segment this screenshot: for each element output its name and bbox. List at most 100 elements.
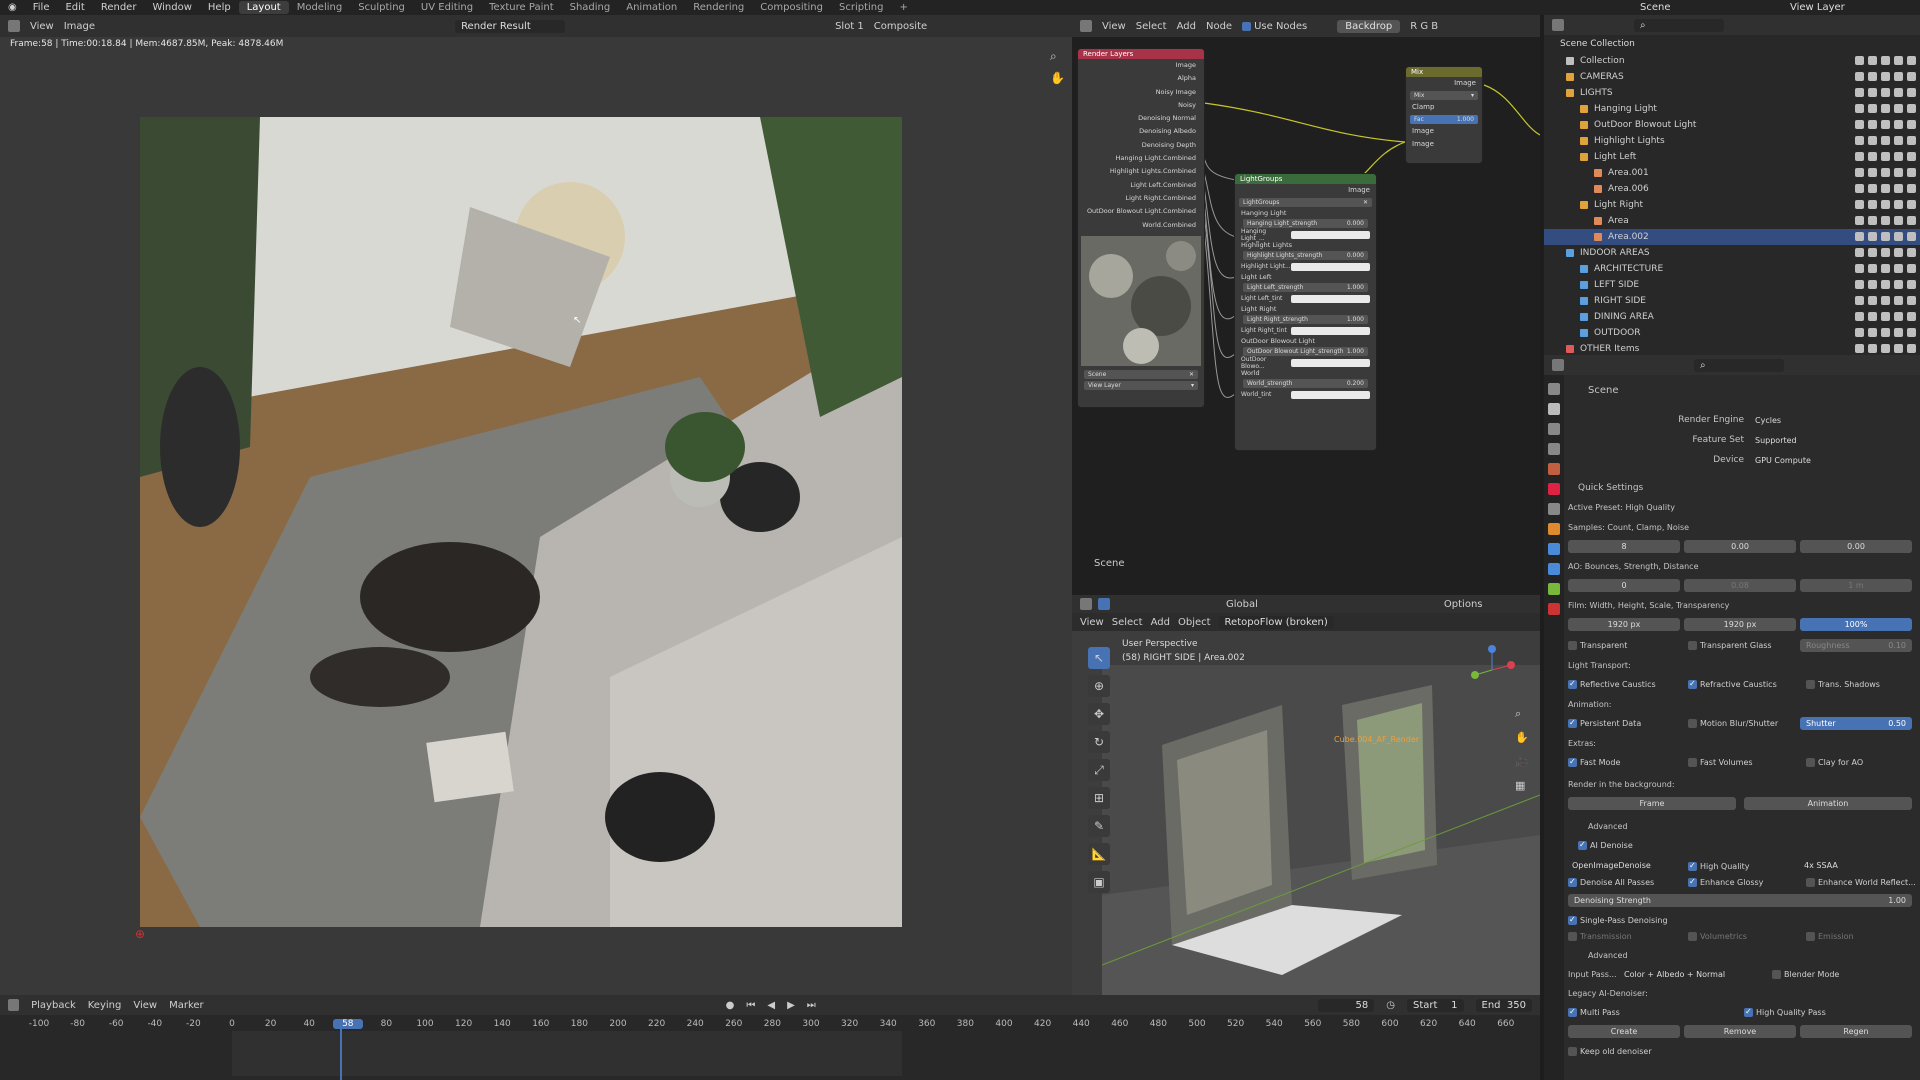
film-width-field[interactable]: 1920 px xyxy=(1568,618,1680,631)
select-box-icon[interactable] xyxy=(1098,598,1110,610)
enhance-world-reflect-checkbox[interactable]: Enhance World Reflect... xyxy=(1806,878,1916,888)
mix-clamp-checkbox[interactable]: Clamp xyxy=(1406,101,1482,114)
timeline-menu-keying[interactable]: Keying xyxy=(88,1000,122,1011)
workspace-tab-sculpting[interactable]: Sculpting xyxy=(350,1,413,14)
viewport-menu-view[interactable]: View xyxy=(1080,617,1104,628)
start-frame-field[interactable]: Start 1 xyxy=(1407,998,1464,1012)
viewport-pan-icon[interactable]: ✋ xyxy=(1515,731,1529,744)
workspace-tab-texture-paint[interactable]: Texture Paint xyxy=(481,1,562,14)
viewport-menu-object[interactable]: Object xyxy=(1178,617,1211,628)
lightgroup-tint-field[interactable]: Hanging Light_... xyxy=(1235,228,1376,242)
scene-selector[interactable]: Scene xyxy=(1640,2,1671,13)
roughness-field[interactable]: Roughness 0.10 xyxy=(1800,639,1912,652)
eye-icon[interactable] xyxy=(1881,200,1890,209)
eye-icon[interactable] xyxy=(1881,120,1890,129)
render-icon[interactable] xyxy=(1907,216,1916,225)
eye-icon[interactable] xyxy=(1881,72,1890,81)
exclude-checkbox-icon[interactable] xyxy=(1855,56,1864,65)
render-icon[interactable] xyxy=(1907,56,1916,65)
blender-logo-icon[interactable]: ◉ xyxy=(0,2,25,13)
eye-icon[interactable] xyxy=(1881,344,1890,353)
eye-icon[interactable] xyxy=(1881,296,1890,305)
select-arrow-icon[interactable] xyxy=(1868,184,1877,193)
fast-volumes-checkbox[interactable]: Fast Volumes xyxy=(1688,758,1753,768)
workspace-tab-modeling[interactable]: Modeling xyxy=(289,1,351,14)
select-arrow-icon[interactable] xyxy=(1868,152,1877,161)
advanced-denoise-subpanel-header[interactable]: Advanced xyxy=(1588,951,1628,960)
exclude-checkbox-icon[interactable] xyxy=(1855,296,1864,305)
select-arrow-icon[interactable] xyxy=(1868,88,1877,97)
timeline-menu-playback[interactable]: Playback xyxy=(31,1000,76,1011)
exclude-checkbox-icon[interactable] xyxy=(1855,184,1864,193)
properties-search-input[interactable]: ⌕ xyxy=(1694,358,1784,372)
outliner-row[interactable]: DINING AREA xyxy=(1544,309,1920,325)
select-arrow-icon[interactable] xyxy=(1868,72,1877,81)
camera-icon[interactable] xyxy=(1894,232,1903,241)
render-icon[interactable] xyxy=(1907,104,1916,113)
view-layer-field[interactable]: View Layer ▾ xyxy=(1084,380,1198,390)
exclude-checkbox-icon[interactable] xyxy=(1855,216,1864,225)
lightgroup-tint-swatch[interactable] xyxy=(1291,390,1370,399)
select-arrow-icon[interactable] xyxy=(1868,120,1877,129)
select-arrow-icon[interactable] xyxy=(1868,136,1877,145)
outliner-row[interactable]: Light Left xyxy=(1544,149,1920,165)
eye-icon[interactable] xyxy=(1881,280,1890,289)
transform-tool-icon[interactable]: ⊞ xyxy=(1088,787,1110,809)
select-arrow-icon[interactable] xyxy=(1868,296,1877,305)
outliner-type-icon[interactable] xyxy=(1552,19,1564,31)
move-tool-icon[interactable]: ✥ xyxy=(1088,703,1110,725)
workspace-tab-compositing[interactable]: Compositing xyxy=(752,1,831,14)
workspace-tab-scripting[interactable]: Scripting xyxy=(831,1,891,14)
exclude-checkbox-icon[interactable] xyxy=(1855,72,1864,81)
material-tab-icon[interactable] xyxy=(1548,603,1560,615)
select-arrow-icon[interactable] xyxy=(1868,232,1877,241)
device-select[interactable]: GPU Compute xyxy=(1749,454,1917,467)
lightgroup-tint-field[interactable]: Light Right_tint xyxy=(1235,325,1376,336)
outliner-row[interactable]: OutDoor Blowout Light xyxy=(1544,117,1920,133)
transparent-checkbox[interactable]: Transparent xyxy=(1568,641,1627,651)
exclude-checkbox-icon[interactable] xyxy=(1855,232,1864,241)
lightgroup-tint-field[interactable]: Highlight Light... xyxy=(1235,261,1376,272)
view-layer-selector[interactable]: View Layer xyxy=(1790,2,1845,13)
render-icon[interactable] xyxy=(1907,120,1916,129)
camera-view-icon[interactable]: 🎥 xyxy=(1515,755,1529,768)
viewport-menu-add[interactable]: Add xyxy=(1151,617,1170,628)
remove-button[interactable]: Remove xyxy=(1684,1025,1796,1038)
modifiers-tab-icon[interactable] xyxy=(1548,543,1560,555)
jump-end-icon[interactable]: ⏭ xyxy=(807,1000,816,1011)
camera-icon[interactable] xyxy=(1894,72,1903,81)
fast-mode-checkbox[interactable]: Fast Mode xyxy=(1568,757,1620,768)
input-pass-select[interactable]: Color + Albedo + Normal xyxy=(1620,968,1760,981)
eye-icon[interactable] xyxy=(1881,312,1890,321)
scale-tool-icon[interactable]: ⤢ xyxy=(1088,759,1110,781)
camera-icon[interactable] xyxy=(1894,88,1903,97)
select-arrow-icon[interactable] xyxy=(1868,168,1877,177)
outliner-row[interactable]: OUTDOOR xyxy=(1544,325,1920,341)
scene-field[interactable]: Scene ✕ xyxy=(1084,369,1198,379)
camera-icon[interactable] xyxy=(1894,216,1903,225)
multi-pass-checkbox[interactable]: Multi Pass xyxy=(1568,1007,1620,1018)
render-layers-node[interactable]: Render Layers Image Alpha Noisy Image No… xyxy=(1077,48,1205,408)
advanced-subpanel-header[interactable]: Advanced xyxy=(1588,822,1628,831)
camera-icon[interactable] xyxy=(1894,200,1903,209)
select-arrow-icon[interactable] xyxy=(1868,216,1877,225)
viewport-editor-type-icon[interactable] xyxy=(1080,598,1092,610)
perspective-toggle-icon[interactable]: ▦ xyxy=(1515,779,1525,792)
navigation-gizmo[interactable] xyxy=(1467,645,1517,695)
exclude-checkbox-icon[interactable] xyxy=(1855,280,1864,289)
zoom-icon[interactable]: ⌕ xyxy=(1050,49,1057,64)
workspace-tab-shading[interactable]: Shading xyxy=(562,1,619,14)
outliner-row[interactable]: Hanging Light xyxy=(1544,101,1920,117)
camera-icon[interactable] xyxy=(1894,168,1903,177)
view-layer-tab-icon[interactable] xyxy=(1548,443,1560,455)
samples-clamp-field[interactable]: 0.00 xyxy=(1684,540,1796,553)
camera-icon[interactable] xyxy=(1894,136,1903,145)
menu-edit[interactable]: Edit xyxy=(57,2,92,13)
lightgroup-tint-swatch[interactable] xyxy=(1291,326,1370,335)
select-arrow-icon[interactable] xyxy=(1868,280,1877,289)
blender-mode-checkbox[interactable]: Blender Mode xyxy=(1772,970,1839,980)
high-quality-checkbox[interactable]: High Quality xyxy=(1688,861,1750,872)
mix-fac-field[interactable]: Fac 1.000 xyxy=(1410,115,1478,124)
render-icon[interactable] xyxy=(1907,328,1916,337)
lightgroup-tint-swatch[interactable] xyxy=(1291,358,1370,367)
